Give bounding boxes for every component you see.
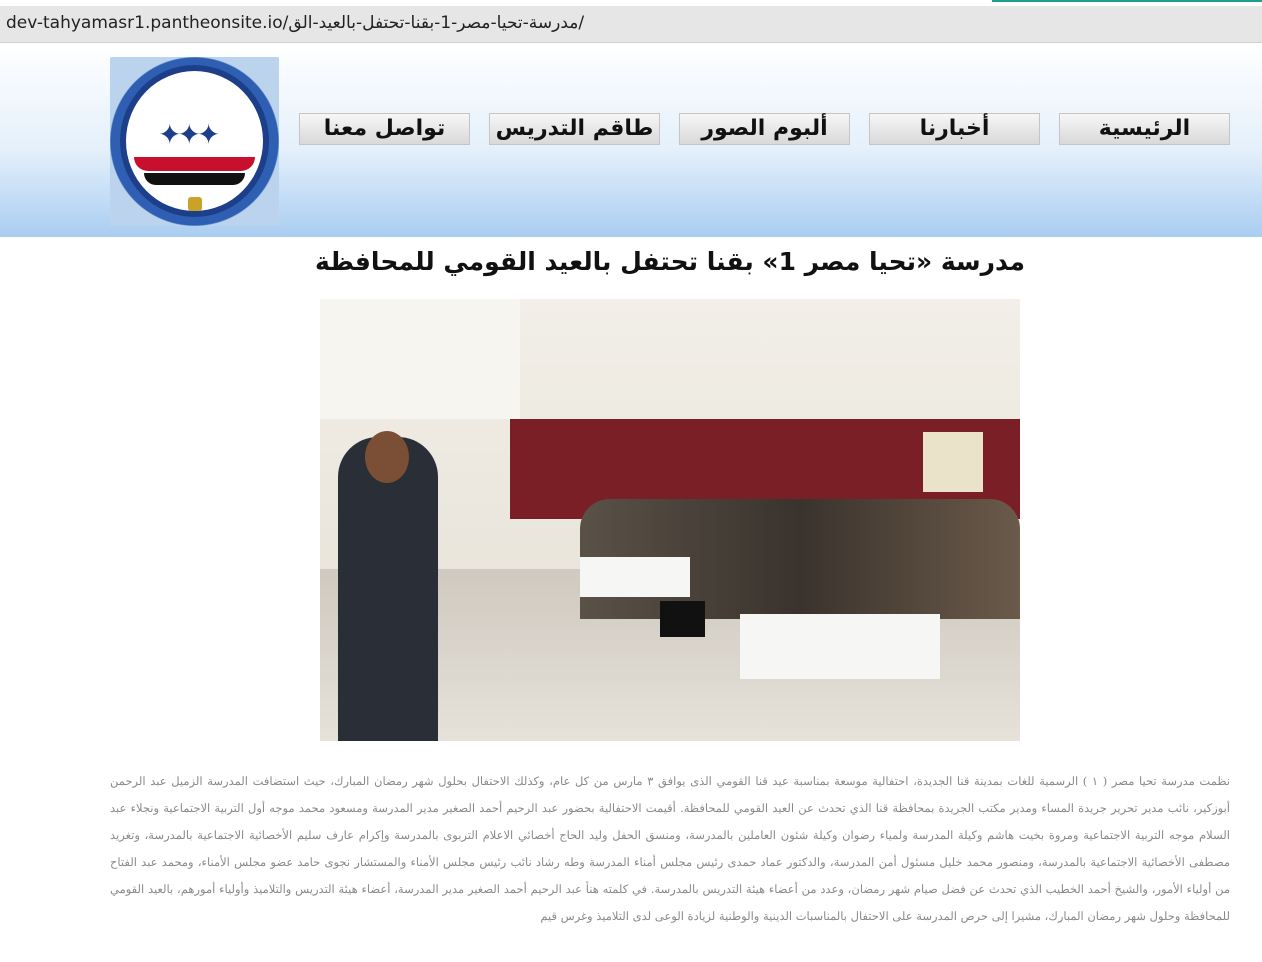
school-logo[interactable]: ✦✦✦ — [110, 57, 279, 226]
photo-bag — [660, 601, 705, 637]
logo-flag-black — [144, 173, 245, 185]
photo-table-small — [580, 557, 690, 597]
photo-speaker-head — [365, 431, 409, 483]
logo-eagle-icon — [188, 197, 202, 211]
nav-home[interactable]: الرئيسية — [1059, 113, 1230, 145]
article-photo — [320, 299, 1020, 741]
nav-photo-album[interactable]: ألبوم الصور — [679, 113, 850, 145]
top-border — [0, 0, 1262, 4]
photo-ceiling — [320, 299, 520, 419]
logo-flag-red — [134, 157, 255, 171]
photo-window — [920, 429, 986, 495]
article-title: مدرسة «تحيا مصر 1» بقنا تحتفل بالعيد الق… — [315, 247, 1025, 276]
site-header: ✦✦✦ الرئيسية أخبارنا ألبوم الصور طاقم ال… — [0, 43, 1262, 237]
url-text[interactable]: dev-tahyamasr1.pantheonsite.io/مدرسة-تحي… — [6, 13, 584, 33]
progress-accent — [992, 0, 1262, 2]
logo-figures-icon: ✦✦✦ — [158, 118, 220, 151]
nav-teaching-staff[interactable]: طاقم التدريس — [489, 113, 660, 145]
address-bar[interactable]: dev-tahyamasr1.pantheonsite.io/مدرسة-تحي… — [0, 6, 1262, 43]
photo-table-large — [740, 614, 940, 679]
nav-contact[interactable]: تواصل معنا — [299, 113, 470, 145]
article-body: نظمت مدرسة تحيا مصر ( ١ ) الرسمية للغات … — [110, 774, 1230, 923]
nav-news[interactable]: أخبارنا — [869, 113, 1040, 145]
